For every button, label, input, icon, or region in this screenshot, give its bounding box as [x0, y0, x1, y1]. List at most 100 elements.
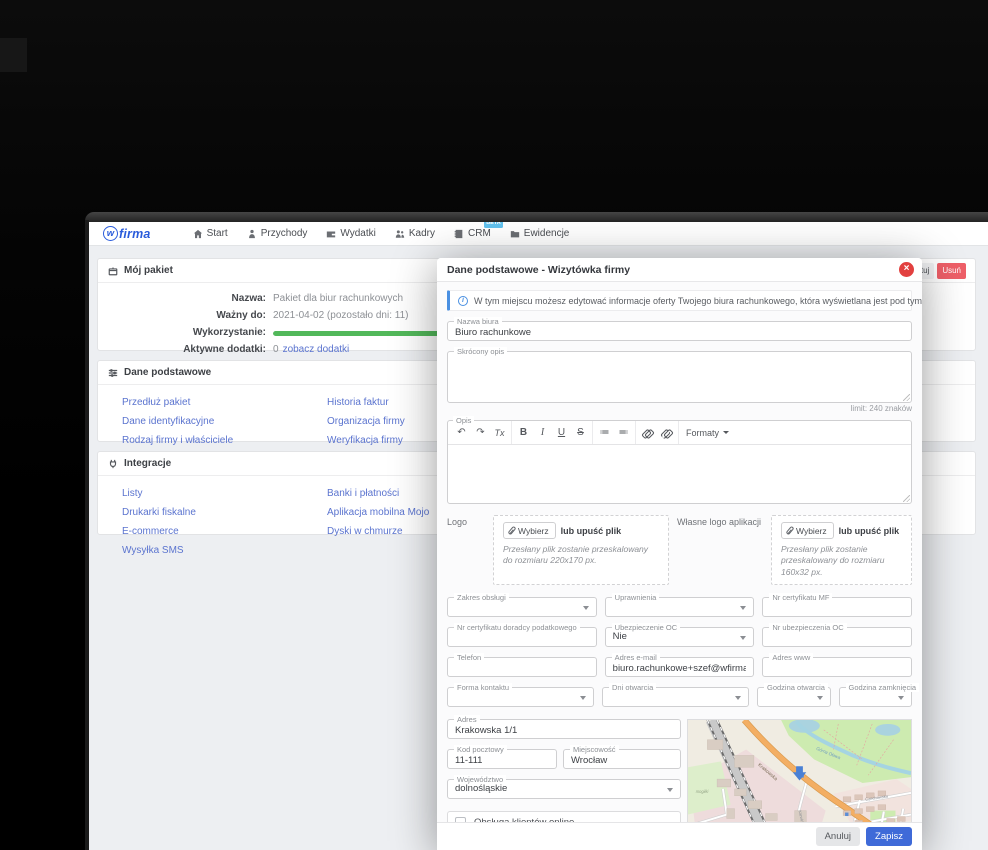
chevron-down-icon: [740, 636, 747, 641]
underline-icon[interactable]: U: [552, 424, 571, 442]
link-aplikacja-mojo[interactable]: Aplikacja mobilna Mojo: [327, 507, 429, 518]
paperclip-icon: [507, 525, 517, 536]
chevron-down-icon: [667, 788, 673, 793]
bullet-list-icon[interactable]: ≔: [595, 424, 614, 442]
email-field[interactable]: Adres e-mail: [604, 653, 755, 678]
forma-kontaktu-select[interactable]: Forma kontaktu: [447, 683, 594, 708]
numbered-list-icon[interactable]: ≕: [614, 424, 633, 442]
italic-icon[interactable]: I: [533, 424, 552, 442]
logo-choose-button[interactable]: Wybierz: [503, 522, 556, 539]
unlink-icon[interactable]: [657, 424, 676, 442]
opis-rich-editor[interactable]: ↶ ↷ Tx B I U S ≔ ≕ Formaty: [447, 420, 912, 504]
logo-dropzone[interactable]: Wybierz lub upuść plik Przesłany plik zo…: [493, 515, 669, 586]
wfirma-logo[interactable]: w firma: [103, 226, 151, 241]
cancel-button[interactable]: Anuluj: [815, 827, 861, 846]
ubezpieczenie-oc-select[interactable]: Ubezpieczenie OC Nie: [604, 623, 755, 648]
bold-icon[interactable]: B: [514, 424, 533, 442]
link-rodzaj-firmy[interactable]: Rodzaj firmy i właściciele: [122, 435, 233, 446]
nazwa-biura-field[interactable]: Nazwa biura: [447, 317, 912, 342]
telefon-input[interactable]: [448, 659, 596, 678]
modal-footer: Anuluj Zapisz: [437, 822, 922, 850]
link-dane-identyfikacyjne[interactable]: Dane identyfikacyjne: [122, 416, 214, 427]
home-icon: [193, 229, 202, 238]
godzina-otwarcia-select[interactable]: Godzina otwarcia: [757, 683, 831, 708]
godzina-zamkniecia-select[interactable]: Godzina zamknięcia: [838, 683, 920, 708]
skrocony-opis-textarea[interactable]: [448, 352, 911, 402]
zobacz-dodatki-link[interactable]: zobacz dodatki: [283, 341, 350, 358]
link-organizacja-firmy[interactable]: Organizacja firmy: [327, 416, 405, 427]
dni-otwarcia-select[interactable]: Dni otwarcia: [602, 683, 749, 708]
strikethrough-icon[interactable]: S: [571, 424, 590, 442]
nav-item-start[interactable]: Start: [193, 228, 228, 239]
cert-mf-input[interactable]: [763, 599, 911, 618]
undo-icon[interactable]: ↶: [452, 424, 471, 442]
package-icon: [108, 267, 118, 275]
link-listy[interactable]: Listy: [122, 488, 143, 499]
cert-doradcy-input[interactable]: [448, 629, 596, 648]
app-logo-choose-button[interactable]: Wybierz: [781, 522, 834, 539]
pakiet-delete-button[interactable]: Usuń: [937, 263, 966, 279]
link-ecommerce[interactable]: E-commerce: [122, 526, 179, 537]
kod-pocztowy-input[interactable]: [448, 751, 556, 770]
nav-item-kadry[interactable]: Kadry: [395, 228, 435, 239]
link-dyski-chmura[interactable]: Dyski w chmurze: [327, 526, 403, 537]
link-icon[interactable]: [638, 424, 657, 442]
skrocony-opis-field[interactable]: Skrócony opis: [447, 347, 912, 403]
nav-item-wydatki[interactable]: Wydatki: [326, 228, 376, 239]
clear-format-icon[interactable]: Tx: [490, 424, 509, 442]
email-input[interactable]: [605, 659, 754, 678]
formats-dropdown[interactable]: Formaty: [681, 424, 734, 442]
map-label-area: mogiłki: [696, 789, 709, 794]
link-przedluz-pakiet[interactable]: Przedłuż pakiet: [122, 397, 190, 408]
nr-oc-input[interactable]: [763, 629, 911, 648]
nr-oc-field[interactable]: Nr ubezpieczenia OC: [762, 623, 912, 648]
www-input[interactable]: [763, 659, 911, 678]
nav-item-przychody[interactable]: Przychody: [247, 228, 307, 239]
adres-input[interactable]: [448, 721, 680, 740]
income-icon: [248, 229, 255, 238]
resize-handle[interactable]: [903, 394, 910, 401]
cert-doradcy-field[interactable]: Nr certyfikatu doradcy podatkowego: [447, 623, 597, 648]
link-weryfikacja-firmy[interactable]: Weryfikacja firmy: [327, 435, 403, 446]
miejscowosc-field[interactable]: Miejscowość: [563, 745, 681, 770]
editor-content-area[interactable]: [448, 445, 911, 503]
save-button[interactable]: Zapisz: [866, 827, 912, 846]
paperclip-icon: [785, 525, 795, 536]
wizytowka-modal: Dane podstawowe - Wizytówka firmy × i W …: [437, 258, 922, 850]
card-title: Integracje: [124, 458, 172, 469]
map[interactable]: Krakowska Opolska Górna Oława Karwińska …: [687, 719, 912, 822]
miejscowosc-input[interactable]: [564, 751, 680, 770]
cert-mf-field[interactable]: Nr certyfikatu MF: [762, 593, 912, 618]
link-drukarki-fiskalne[interactable]: Drukarki fiskalne: [122, 507, 196, 518]
editor-resize-handle[interactable]: [903, 495, 910, 502]
card-title: Dane podstawowe: [124, 367, 212, 378]
online-service-row: Obsługa klientów online: [447, 811, 681, 822]
adres-field[interactable]: Adres: [447, 715, 681, 740]
chevron-down-icon: [580, 696, 586, 701]
nav-item-crm[interactable]: CRM BETA: [454, 222, 503, 239]
app-logo-dropzone[interactable]: Wybierz lub upuść plik Przesłany plik zo…: [771, 515, 912, 586]
map-canvas: Krakowska Opolska Górna Oława Karwińska …: [688, 720, 911, 822]
plug-icon: [109, 459, 117, 468]
logo-label: Logo: [447, 517, 468, 527]
link-banki-platnosci[interactable]: Banki i płatności: [327, 488, 399, 499]
link-historia-faktur[interactable]: Historia faktur: [327, 397, 389, 408]
uprawnienia-select[interactable]: Uprawnienia: [604, 593, 755, 618]
modal-header: Dane podstawowe - Wizytówka firmy ×: [437, 258, 922, 282]
kod-pocztowy-field[interactable]: Kod pocztowy: [447, 745, 557, 770]
nazwa-biura-input[interactable]: [448, 323, 911, 342]
nav-item-ewidencje[interactable]: Ewidencje: [510, 228, 569, 239]
address-column: Adres Kod pocztowy Miejscowość: [447, 715, 681, 822]
www-field[interactable]: Adres www: [762, 653, 912, 678]
telefon-field[interactable]: Telefon: [447, 653, 597, 678]
close-icon[interactable]: ×: [899, 262, 914, 277]
redo-icon[interactable]: ↷: [471, 424, 490, 442]
zakres-obslugi-select[interactable]: Zakres obsługi: [447, 593, 597, 618]
wojewodztwo-select[interactable]: Województwo dolnośląskie: [447, 775, 681, 800]
logo-resize-note: Przesłany plik zostanie przeskalowany do…: [503, 544, 649, 566]
background-shape: [0, 38, 27, 72]
app-logo-label: Własne logo aplikacji: [677, 517, 762, 527]
chevron-down-icon: [582, 606, 589, 611]
info-banner: i W tym miejscu możesz edytować informac…: [447, 290, 922, 311]
link-wysylka-sms[interactable]: Wysyłka SMS: [122, 545, 184, 556]
